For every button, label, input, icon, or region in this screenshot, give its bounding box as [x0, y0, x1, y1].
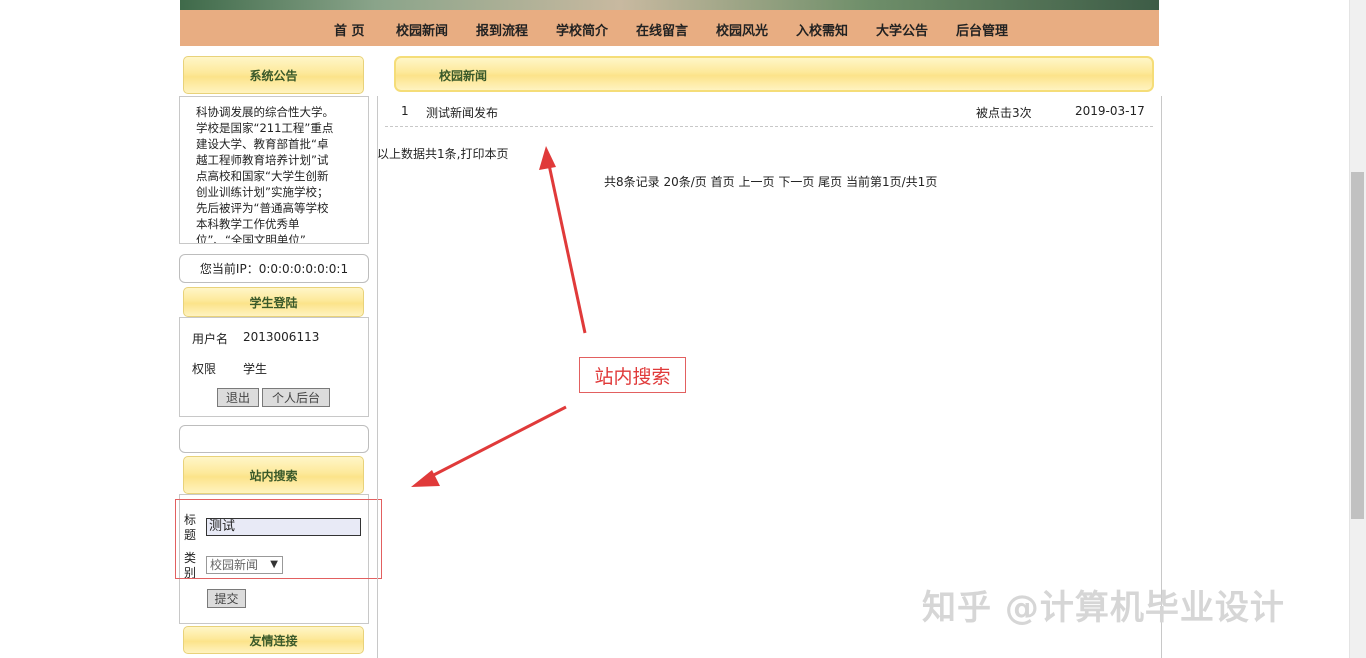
annotation-arrow	[411, 405, 567, 487]
annotation-label: 站内搜索	[579, 357, 686, 393]
annotation-arrow	[539, 146, 587, 334]
watermark: 知乎 @计算机毕业设计	[922, 588, 1285, 628]
annotation-arrows	[411, 146, 587, 487]
annotation-text: 站内搜索	[594, 365, 671, 388]
scrollbar-thumb[interactable]	[1351, 172, 1364, 519]
